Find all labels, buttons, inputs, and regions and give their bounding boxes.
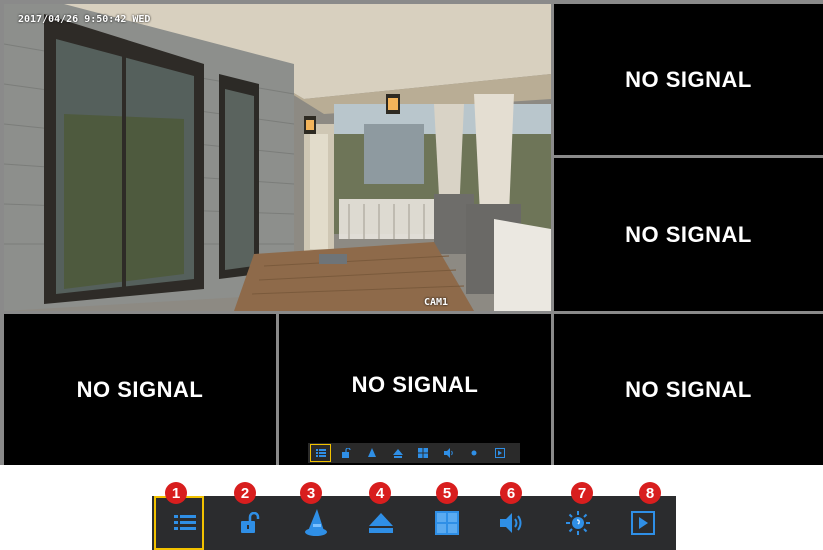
callout-badge-8: 8 <box>639 482 661 504</box>
no-signal-text: NO SIGNAL <box>625 376 752 402</box>
camera-label: CAM1 <box>424 297 449 308</box>
camera-timestamp: 2017/04/26 9:50:42 WED <box>18 14 151 25</box>
toolbar-item-volume[interactable] <box>480 496 546 550</box>
porch-scene-image <box>4 4 551 311</box>
camera-grid: 2017/04/26 9:50:42 WED CAM1 NO SIGNAL NO… <box>0 0 823 465</box>
volume-icon[interactable] <box>439 445 458 461</box>
toolbar-item-up[interactable] <box>349 496 415 550</box>
playback-icon[interactable] <box>490 445 509 461</box>
callout-badge-2: 2 <box>234 482 256 504</box>
up-arrow-icon <box>369 513 394 533</box>
main-menu-icon[interactable] <box>310 444 332 462</box>
toolbar-item-brightness[interactable] <box>545 496 611 550</box>
unlock-icon[interactable] <box>337 445 356 461</box>
callout-badge-5: 5 <box>436 482 458 504</box>
brightness-icon[interactable] <box>465 445 484 461</box>
camera-6-view[interactable]: NO SIGNAL <box>554 314 823 465</box>
volume-icon <box>500 513 522 533</box>
camera-1-view[interactable]: 2017/04/26 9:50:42 WED CAM1 <box>4 4 551 311</box>
split-screen-icon <box>434 511 459 535</box>
toolbar-item-split-screen[interactable] <box>414 496 480 550</box>
toolbar-item-wizard[interactable] <box>283 496 349 550</box>
unlock-icon <box>241 512 260 533</box>
wizard-hat-icon <box>304 509 327 536</box>
brightness-icon <box>565 511 590 535</box>
callout-badge-4: 4 <box>369 482 391 504</box>
callout-badge-3: 3 <box>300 482 322 504</box>
no-signal-text: NO SIGNAL <box>351 371 479 397</box>
camera-3-view[interactable]: NO SIGNAL <box>554 158 823 311</box>
no-signal-text: NO SIGNAL <box>625 221 752 247</box>
callout-badge-6: 6 <box>500 482 522 504</box>
camera-4-view[interactable]: NO SIGNAL <box>4 314 276 465</box>
callout-badge-1: 1 <box>165 482 187 504</box>
playback-icon <box>631 511 656 535</box>
camera-2-view[interactable]: NO SIGNAL <box>554 4 823 155</box>
mini-toolbar <box>308 443 520 463</box>
no-signal-text: NO SIGNAL <box>625 66 752 92</box>
wizard-hat-icon[interactable] <box>362 445 381 461</box>
toolbar-item-unlock[interactable] <box>218 496 284 550</box>
main-menu-icon <box>173 515 196 530</box>
quick-toolbar <box>152 496 676 550</box>
toolbar-item-main-menu[interactable] <box>152 496 218 550</box>
toolbar-item-playback[interactable] <box>611 496 677 550</box>
callout-badge-7: 7 <box>571 482 593 504</box>
split-screen-icon[interactable] <box>414 445 433 461</box>
up-arrow-icon[interactable] <box>388 445 407 461</box>
no-signal-text: NO SIGNAL <box>76 376 204 402</box>
